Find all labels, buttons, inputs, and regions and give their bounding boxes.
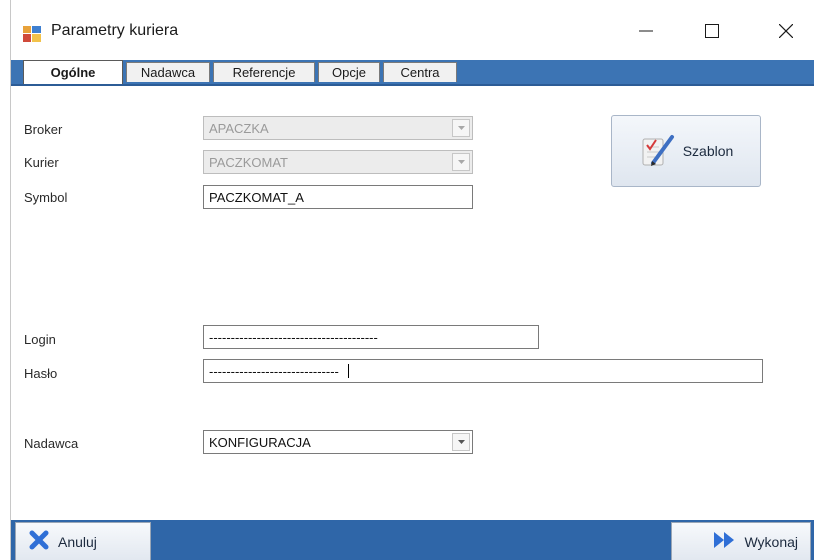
tab-centra[interactable]: Centra [383,62,457,82]
symbol-value: PACZKOMAT_A [209,189,304,205]
broker-value: APACZKA [209,120,269,136]
broker-select: APACZKA [203,116,473,140]
broker-dropdown-button [452,119,470,137]
kurier-dropdown-button [452,153,470,171]
maximize-icon [705,23,719,43]
nadawca-select[interactable]: KONFIGURACJA [203,430,473,454]
password-value: ------------------------------ [209,363,339,379]
execute-button[interactable]: Wykonaj [671,522,811,560]
double-arrow-icon [714,532,736,551]
chevron-down-icon [457,126,465,130]
tab-referencje[interactable]: Referencje [213,62,315,82]
symbol-label: Symbol [24,190,68,205]
text-caret [348,364,349,378]
kurier-value: PACZKOMAT [209,154,288,170]
cancel-button[interactable]: Anuluj [15,522,151,560]
login-value: --------------------------------------- [209,329,378,345]
title-bar: Parametry kuriera [11,0,814,60]
minimize-icon [639,24,653,43]
kurier-label: Kurier [24,155,59,170]
tab-opcje[interactable]: Opcje [318,62,380,82]
password-input[interactable]: ------------------------------ [203,359,763,383]
symbol-input[interactable]: PACZKOMAT_A [203,185,473,209]
haslo-label: Hasło [24,366,58,381]
app-window-icon [23,26,41,42]
chevron-down-icon [457,160,465,164]
close-icon [778,23,794,43]
template-icon [639,131,677,172]
login-input[interactable]: --------------------------------------- [203,325,539,349]
x-icon [28,529,50,554]
tab-nadawca[interactable]: Nadawca [126,62,210,82]
tab-strip: Ogólne Nadawca Referencje Opcje Centra [11,60,814,84]
nadawca-label: Nadawca [24,436,79,451]
close-button[interactable] [763,14,809,52]
dialog-window: Parametry kuriera Ogólne Nadawca Referen… [10,0,814,560]
kurier-select: PACZKOMAT [203,150,473,174]
szablon-label: Szablon [682,143,734,159]
window-title: Parametry kuriera [51,22,179,39]
login-label: Login [24,332,56,347]
szablon-button[interactable]: Szablon [611,115,761,187]
cancel-label: Anuluj [58,533,97,550]
tab-ogolne[interactable]: Ogólne [23,60,123,84]
chevron-down-icon [457,440,465,444]
nadawca-value: KONFIGURACJA [209,434,311,450]
nadawca-dropdown-button[interactable] [452,433,470,451]
minimize-button[interactable] [623,14,669,52]
broker-label: Broker [24,122,63,137]
execute-label: Wykonaj [744,533,798,550]
maximize-button[interactable] [689,14,735,52]
